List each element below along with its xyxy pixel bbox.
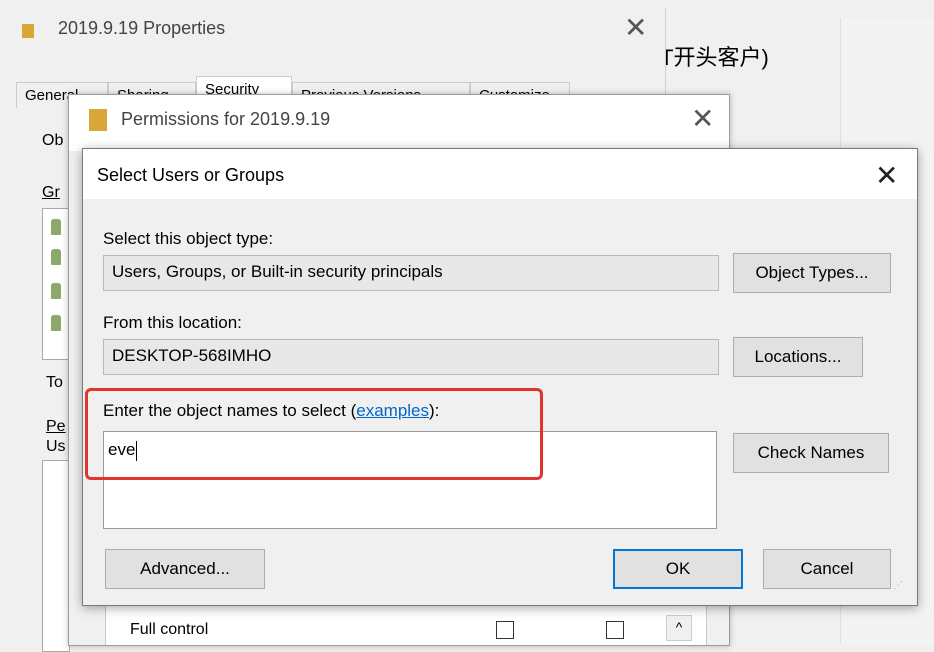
- location-label: From this location:: [103, 313, 242, 332]
- folder-icon: [89, 109, 107, 131]
- cut-label-groups: Gr: [42, 184, 60, 201]
- user-icon: [51, 283, 61, 299]
- resize-grip-icon[interactable]: ⋰: [893, 581, 909, 599]
- groups-list[interactable]: [42, 208, 70, 360]
- dialog-close-icon[interactable]: ✕: [875, 159, 898, 192]
- object-types-button[interactable]: Object Types...: [733, 253, 891, 293]
- user-icon: [51, 249, 61, 265]
- permissions-close-icon[interactable]: ✕: [691, 105, 714, 133]
- permissions-title: Permissions for 2019.9.19: [121, 109, 331, 129]
- ok-button[interactable]: OK: [613, 549, 743, 589]
- background-text: T开头客户): [660, 45, 769, 70]
- user-icon: [51, 315, 61, 331]
- allow-checkbox[interactable]: [496, 621, 514, 639]
- cut-label-permissions: Pe: [46, 418, 66, 435]
- locations-button[interactable]: Locations...: [733, 337, 863, 377]
- cut-label-object: Ob: [42, 132, 64, 149]
- folder-icon: [22, 24, 34, 38]
- object-type-field: Users, Groups, or Built-in security prin…: [103, 255, 719, 291]
- user-icon: [51, 219, 61, 235]
- dialog-title: Select Users or Groups: [97, 165, 285, 185]
- object-type-label: Select this object type:: [103, 229, 274, 248]
- cut-label-users: Us: [46, 438, 66, 455]
- permissions-list: Full control ^: [105, 602, 707, 645]
- cut-label-to: To: [46, 374, 63, 391]
- location-field: DESKTOP-568IMHO: [103, 339, 719, 375]
- select-users-dialog: Select Users or Groups ✕ Select this obj…: [82, 148, 918, 606]
- cancel-button[interactable]: Cancel: [763, 549, 891, 589]
- scroll-up-arrow[interactable]: ^: [666, 615, 692, 641]
- permission-row-label: Full control: [130, 621, 209, 638]
- properties-title: 2019.9.19 Properties: [58, 18, 226, 38]
- deny-checkbox[interactable]: [606, 621, 624, 639]
- check-names-button[interactable]: Check Names: [733, 433, 889, 473]
- permissions-list-edge: [42, 460, 70, 652]
- properties-close-icon[interactable]: ✕: [624, 14, 647, 42]
- annotation-highlight: [85, 388, 543, 480]
- advanced-button[interactable]: Advanced...: [105, 549, 265, 589]
